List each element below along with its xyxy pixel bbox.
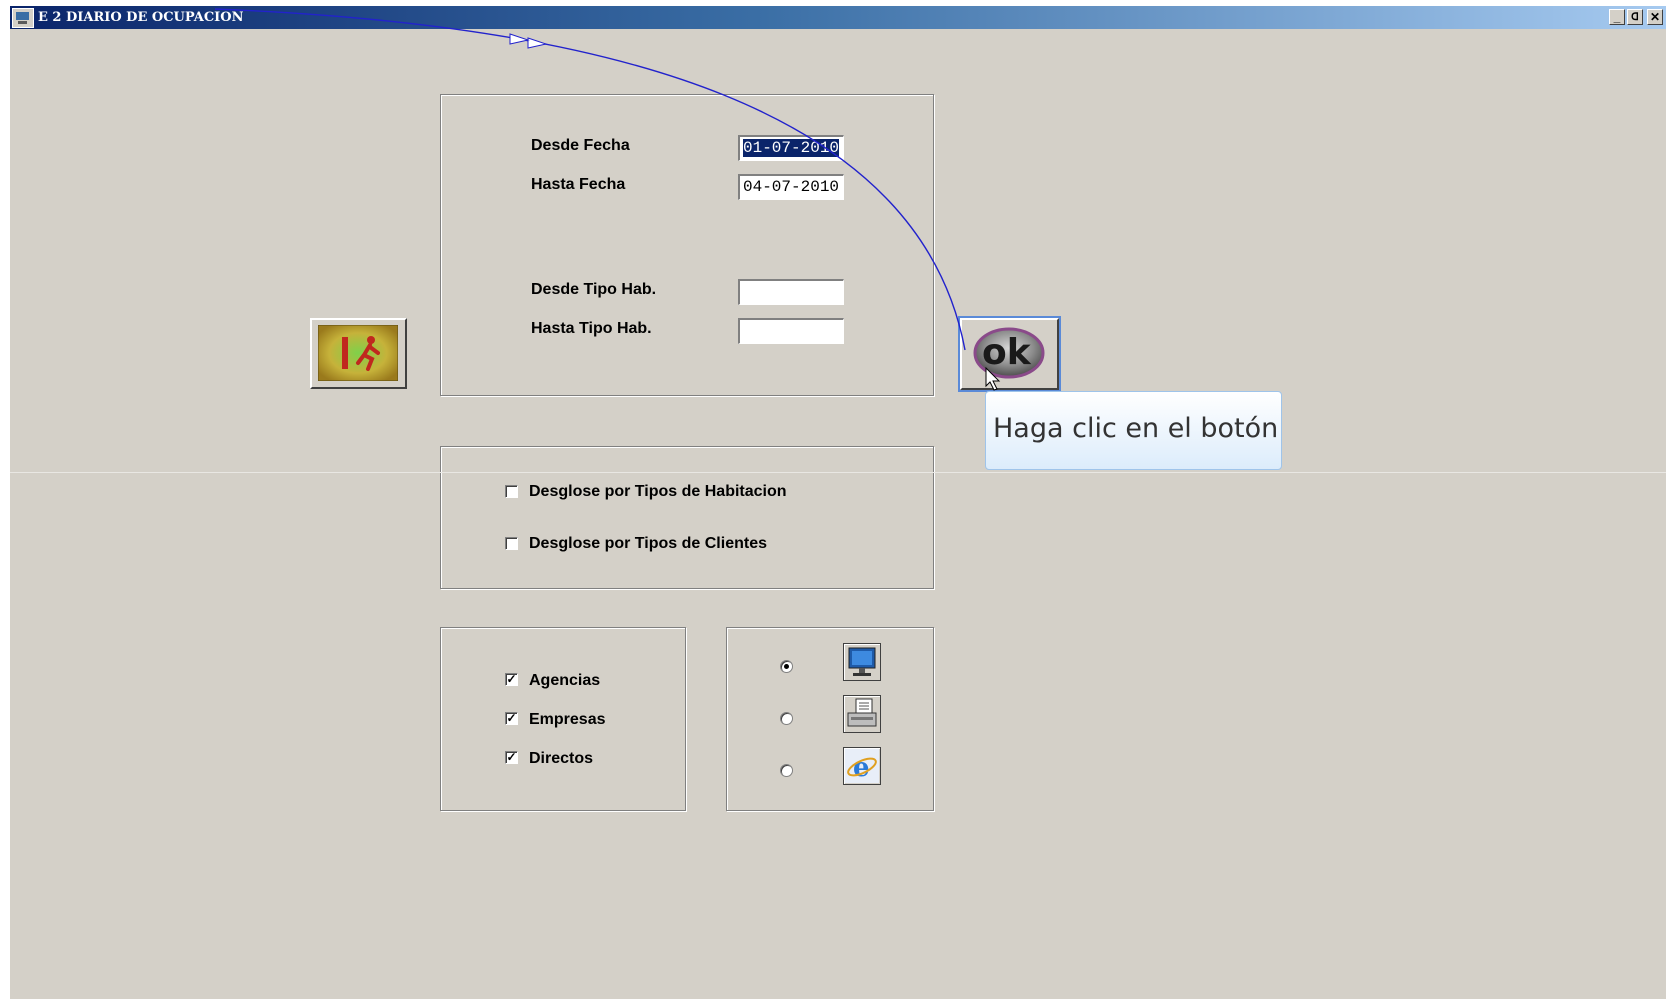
clientes-checkbox[interactable] xyxy=(505,537,518,550)
directos-label: Directos xyxy=(529,750,594,767)
breakdown-group xyxy=(440,446,934,589)
restore-button[interactable]: ᗡ xyxy=(1627,9,1643,25)
internet-explorer-icon: e xyxy=(845,749,879,783)
desde-fecha-label: Desde Fecha xyxy=(531,137,630,154)
desde-fecha-input[interactable]: 01-07-2010 xyxy=(738,135,844,161)
screen-output-button[interactable] xyxy=(843,643,881,681)
minimize-button[interactable]: _ xyxy=(1609,9,1625,25)
hasta-tipo-hab-input[interactable] xyxy=(738,318,844,344)
desde-tipo-hab-input[interactable] xyxy=(738,279,844,305)
directos-check-mark: ✓ xyxy=(506,750,517,764)
close-button[interactable]: ✕ xyxy=(1647,9,1663,25)
mouse-cursor-icon xyxy=(985,367,1001,391)
web-output-button[interactable]: e xyxy=(843,747,881,785)
empresas-label: Empresas xyxy=(529,711,606,728)
click-tooltip: Haga clic en el botón xyxy=(985,391,1282,470)
exit-running-man-icon xyxy=(318,325,398,381)
window-title: E 2 DIARIO DE OCUPACION xyxy=(38,10,244,25)
app-icon[interactable] xyxy=(12,8,34,28)
divider-line xyxy=(10,472,1666,473)
printer-icon xyxy=(847,698,877,727)
printer-output-radio[interactable] xyxy=(780,712,793,725)
habitacion-label: Desglose por Tipos de Habitacion xyxy=(529,483,787,500)
web-output-radio[interactable] xyxy=(780,764,793,777)
hasta-fecha-input[interactable]: 04-07-2010 xyxy=(738,174,844,200)
hasta-fecha-label: Hasta Fecha xyxy=(531,176,626,193)
empresas-checkbox[interactable]: ✓ xyxy=(505,712,518,725)
svg-text:e: e xyxy=(853,753,870,783)
agencias-checkbox[interactable]: ✓ xyxy=(505,673,518,686)
agencias-label: Agencias xyxy=(529,672,601,689)
empresas-check-mark: ✓ xyxy=(506,711,517,725)
screen-output-radio[interactable] xyxy=(780,660,793,673)
ok-button[interactable]: ok xyxy=(958,316,1061,392)
date-range-group xyxy=(440,94,934,396)
clientes-label: Desglose por Tipos de Clientes xyxy=(529,535,767,552)
desde-tipo-hab-label: Desde Tipo Hab. xyxy=(531,281,657,298)
directos-checkbox[interactable]: ✓ xyxy=(505,751,518,764)
monitor-icon xyxy=(848,647,876,676)
agencias-check-mark: ✓ xyxy=(506,672,517,686)
output-group xyxy=(726,627,934,811)
exit-button[interactable] xyxy=(310,318,407,389)
habitacion-checkbox[interactable] xyxy=(505,485,518,498)
printer-output-button[interactable] xyxy=(843,695,881,733)
title-bar[interactable]: E 2 DIARIO DE OCUPACION _ ᗡ ✕ xyxy=(10,6,1666,29)
hasta-tipo-hab-label: Hasta Tipo Hab. xyxy=(531,320,652,337)
